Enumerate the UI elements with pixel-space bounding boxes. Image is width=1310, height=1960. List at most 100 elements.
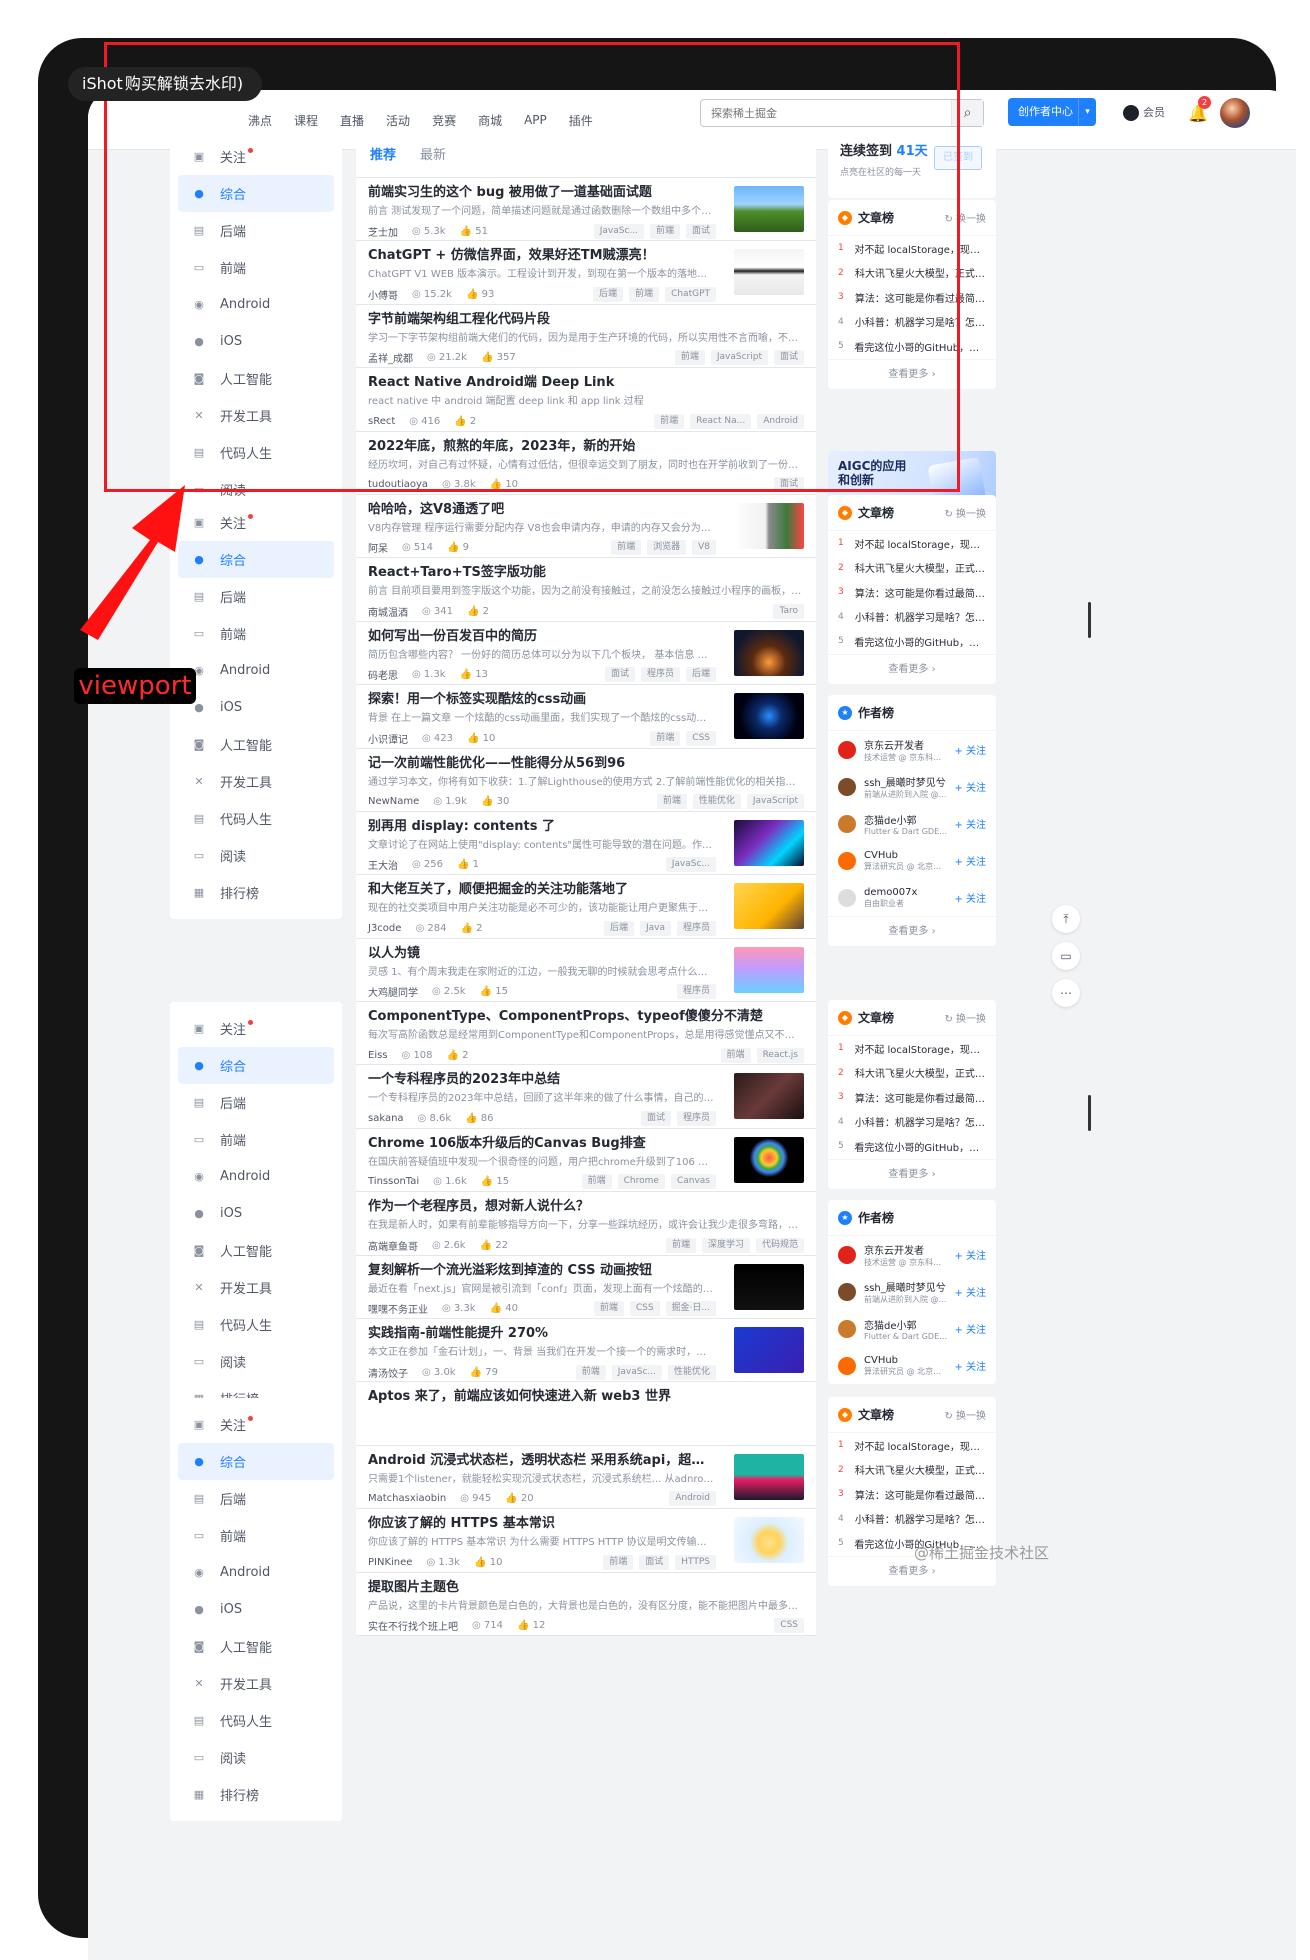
ranking-item-title[interactable]: 算法：这可能是你看过最简洁...	[855, 290, 986, 305]
sidebar-item[interactable]: ▭ 阅读	[178, 1343, 334, 1380]
author-avatar[interactable]	[838, 777, 856, 796]
sidebar-item[interactable]: ▦ 排行榜	[178, 1776, 334, 1813]
article-tag[interactable]: JavaSc...	[611, 1364, 662, 1380]
article-title[interactable]: React Native Android端 Deep Link	[368, 374, 804, 392]
author-item[interactable]: ssh_晨曦时梦见兮 前端从进阶到入院 @ 字... + 关注	[828, 768, 996, 805]
article-item[interactable]: 字节前端架构组工程化代码片段 学习一下字节架构组前端大佬们的代码，因为是用于生产环…	[356, 305, 816, 369]
article-title[interactable]: 前端实习生的这个 bug 被用做了一道基础面试题	[368, 184, 716, 202]
sidebar-item[interactable]: ▤ 后端	[178, 212, 334, 249]
nav-link[interactable]: 直播	[340, 112, 364, 129]
article-author[interactable]: 阿呆	[368, 540, 388, 555]
ranking-item-title[interactable]: 科大讯飞星火大模型，正式面...	[855, 1065, 986, 1080]
sidebar-item[interactable]: ▤ 代码人生	[178, 800, 334, 837]
article-tag[interactable]: 前端	[650, 730, 681, 746]
nav-link[interactable]: 活动	[386, 112, 410, 129]
article-title[interactable]: 记一次前端性能优化——性能得分从56到96	[368, 755, 804, 773]
article-item[interactable]: 作为一个老程序员，想对新人说什么？ 在我是新人时，如果有前辈能够指导方向一下，分享…	[356, 1192, 816, 1256]
ranking-item[interactable]: 5 看完这位小哥的GitHub，我沉...	[828, 334, 996, 359]
author-avatar[interactable]	[838, 814, 856, 833]
article-title[interactable]: Android 沉浸式状态栏，透明状态栏 采用系统api，超简单近乎完美的实现	[368, 1452, 716, 1470]
author-name[interactable]: 京东云开发者	[864, 1242, 948, 1257]
article-tag[interactable]: 程序员	[676, 984, 716, 1000]
article-tag[interactable]: Chrome	[617, 1174, 665, 1190]
article-thumbnail[interactable]	[734, 693, 804, 740]
article-tag[interactable]: 面试	[604, 667, 635, 683]
sidebar-item[interactable]: ◉ Android	[178, 652, 334, 689]
ranking-item-title[interactable]: 科大讯飞星火大模型，正式面...	[855, 560, 986, 575]
article-tag[interactable]: 前端	[593, 1301, 624, 1317]
article-tag[interactable]: CSS	[774, 1618, 804, 1634]
author-item[interactable]: 京东云开发者 技术运营 @ 京东科技信... + 关注	[828, 1236, 996, 1273]
sidebar-item[interactable]: ▤ 后端	[178, 1084, 334, 1121]
sidebar-item[interactable]: ▣ 关注	[178, 1406, 334, 1443]
article-item[interactable]: ComponentType、ComponentProps、typeof傻傻分不清…	[356, 1002, 816, 1066]
ranking-item-title[interactable]: 对不起 localStorage，现在我...	[854, 1041, 986, 1056]
follow-button[interactable]: + 关注	[954, 1247, 986, 1262]
ranking-item[interactable]: 4 小科普：机器学习是啥？怎么...	[828, 1110, 996, 1135]
article-tag[interactable]: 程序员	[676, 1110, 716, 1126]
follow-button[interactable]: + 关注	[954, 779, 986, 794]
author-name[interactable]: demo007x	[864, 887, 948, 898]
author-avatar[interactable]	[838, 888, 856, 907]
article-tag[interactable]: 前端	[656, 794, 687, 810]
sidebar-item[interactable]: ✕ 开发工具	[178, 397, 334, 434]
ranking-item[interactable]: 1 对不起 localStorage，现在我...	[828, 531, 996, 556]
ranking-item[interactable]: 1 对不起 localStorage，现在我...	[828, 1036, 996, 1061]
ranking-item[interactable]: 4 小科普：机器学习是啥？怎么...	[828, 310, 996, 335]
article-item[interactable]: 实践指南-前端性能提升 270% 本文正在参加「金石计划」，一、背景 当我们在开发…	[356, 1319, 816, 1383]
sidebar-item[interactable]: ✕ 开发工具	[178, 1269, 334, 1306]
follow-button[interactable]: + 关注	[954, 890, 986, 905]
ranking-item[interactable]: 2 科大讯飞星火大模型，正式面...	[828, 1061, 996, 1086]
article-item[interactable]: 和大佬互关了，顺便把掘金的关注功能落地了 现在的社交类项目中用户关注功能是必不可少…	[356, 875, 816, 939]
follow-button[interactable]: + 关注	[954, 742, 986, 757]
ranking-item[interactable]: 3 算法：这可能是你看过最简洁...	[828, 1085, 996, 1110]
ranking-item[interactable]: 1 对不起 localStorage，现在我...	[828, 1433, 996, 1458]
author-item[interactable]: ssh_晨曦时梦见兮 前端从进阶到入院 @ 字... + 关注	[828, 1273, 996, 1310]
sidebar-item[interactable]: ◙ 人工智能	[178, 726, 334, 763]
ranking-item-title[interactable]: 小科普：机器学习是啥？怎么...	[855, 314, 986, 329]
ranking-item-title[interactable]: 对不起 localStorage，现在我...	[854, 1438, 986, 1453]
sidebar-item[interactable]: ▭ 前端	[178, 1121, 334, 1158]
article-title[interactable]: 一个专科程序员的2023年中总结	[368, 1071, 716, 1089]
sidebar-item[interactable]: ◙ 人工智能	[178, 360, 334, 397]
article-thumbnail[interactable]	[734, 629, 804, 676]
swap-button[interactable]: ↻ 换一换	[944, 1407, 986, 1422]
author-item[interactable]: 恋猫de小郭Flutter & Dart GDE @ ... + 关注	[828, 805, 996, 842]
sidebar-item[interactable]: ▣ 关注	[178, 504, 334, 541]
article-author[interactable]: PINKinee	[368, 1557, 412, 1568]
article-thumbnail[interactable]	[734, 186, 804, 232]
author-avatar[interactable]	[838, 1356, 856, 1375]
article-author[interactable]: J3code	[368, 923, 401, 934]
article-tag[interactable]: 程序员	[640, 667, 680, 683]
article-item[interactable]: React Native Android端 Deep Link react nat…	[356, 368, 816, 432]
article-author[interactable]: 王大治	[368, 857, 398, 872]
sidebar-item[interactable]: ● 综合	[178, 1047, 334, 1084]
user-avatar[interactable]	[1220, 98, 1250, 128]
follow-button[interactable]: + 关注	[954, 816, 986, 831]
article-thumbnail[interactable]	[734, 502, 804, 549]
article-author[interactable]: Eiss	[368, 1050, 388, 1061]
article-author[interactable]: 大鸡腿同学	[368, 984, 418, 999]
article-tag[interactable]: 掘金·日...	[665, 1301, 716, 1317]
author-avatar[interactable]	[838, 1245, 856, 1264]
ranking-item[interactable]: 3 算法：这可能是你看过最简洁...	[828, 580, 996, 605]
article-tag[interactable]: CSS	[629, 1301, 660, 1317]
search-input[interactable]	[701, 100, 951, 126]
sidebar-item[interactable]: ✕ 开发工具	[178, 1665, 334, 1702]
vip-link[interactable]: 会员	[1123, 100, 1165, 126]
sidebar-item[interactable]: ▦ 排行榜	[178, 874, 334, 911]
nav-link[interactable]: 竞赛	[432, 112, 456, 129]
article-thumbnail[interactable]	[734, 946, 804, 993]
ranking-item-title[interactable]: 算法：这可能是你看过最简洁...	[855, 1487, 986, 1502]
view-more-link[interactable]: 查看更多 ›	[828, 1158, 996, 1189]
nav-link[interactable]: APP	[524, 113, 547, 127]
ranking-item[interactable]: 3 算法：这可能是你看过最简洁...	[828, 1482, 996, 1507]
follow-button[interactable]: + 关注	[954, 1321, 986, 1336]
tab-latest[interactable]: 最新	[420, 144, 446, 163]
article-title[interactable]: 探索！用一个标签实现酷炫的css动画	[368, 691, 716, 709]
ranking-item-title[interactable]: 对不起 localStorage，现在我...	[854, 241, 986, 256]
article-item[interactable]: Chrome 106版本升级后的Canvas Bug排查 在国庆前答疑值班中发现一…	[356, 1129, 816, 1193]
article-author[interactable]: Matchasxiaobin	[368, 1493, 446, 1504]
article-thumbnail[interactable]	[734, 1327, 804, 1374]
article-item[interactable]: 探索！用一个标签实现酷炫的css动画 背景 在上一篇文章 一个炫酷的css动画里面…	[356, 685, 816, 749]
